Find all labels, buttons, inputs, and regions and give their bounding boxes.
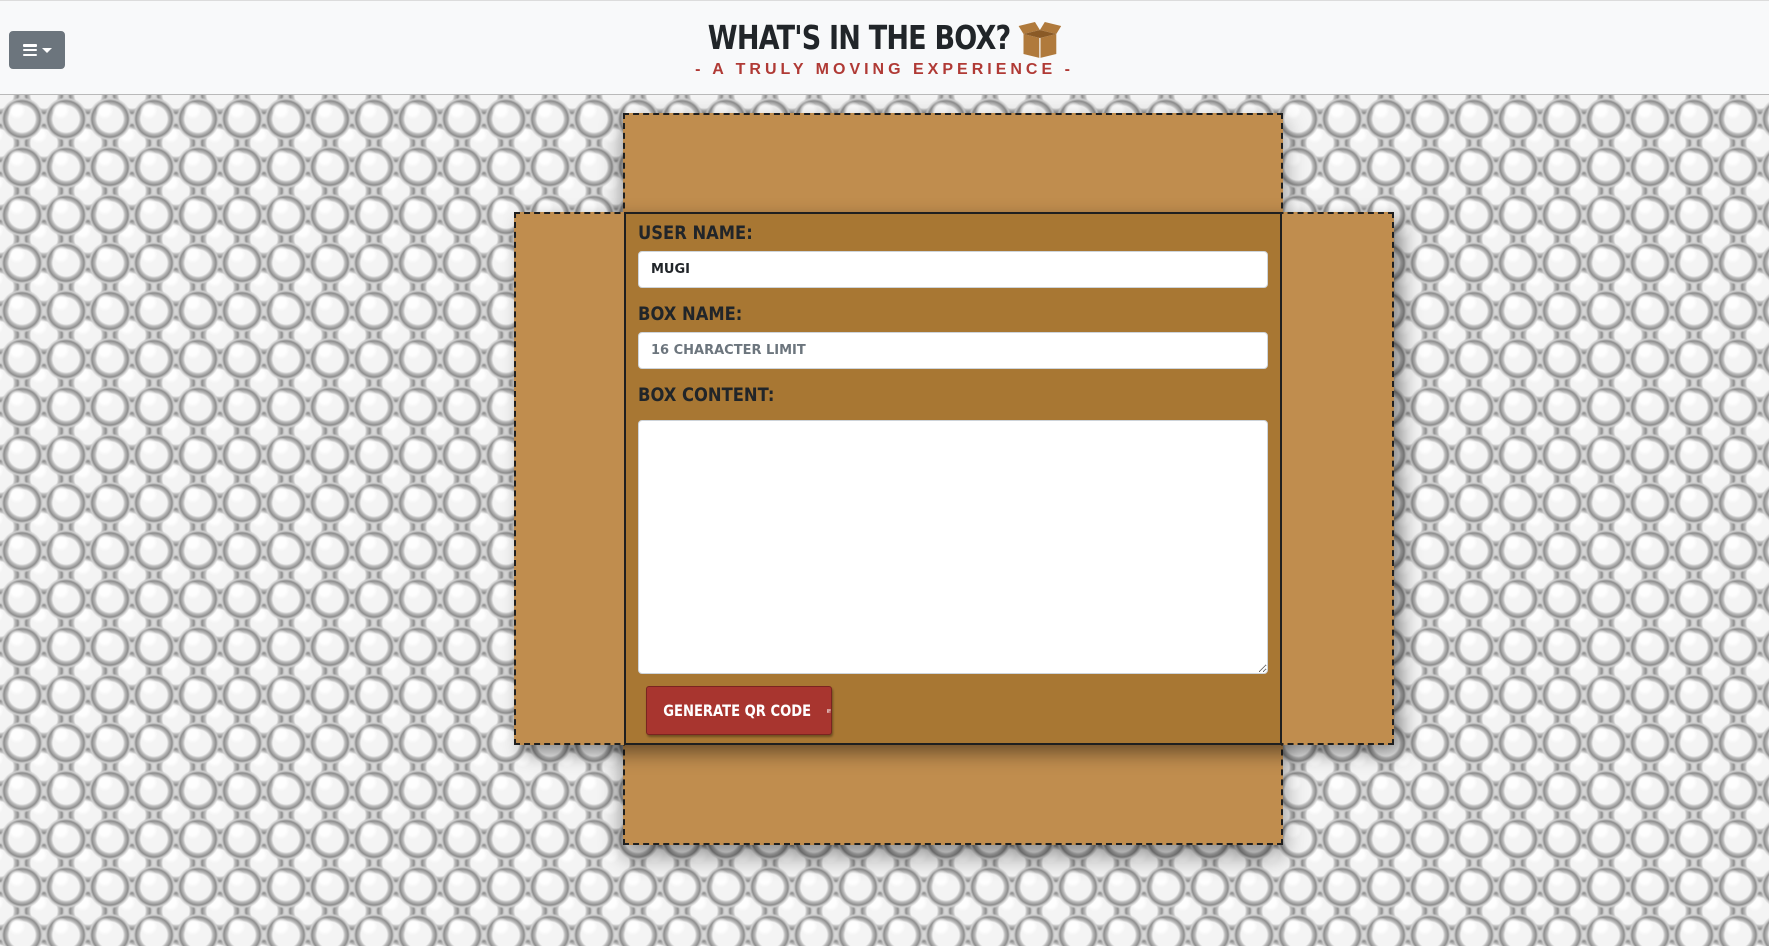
site-subtitle: - A Truly Moving Experience - [695,61,1074,78]
generate-qr-code-label: Generate QR Code [663,701,812,720]
box-content-textarea[interactable] [638,420,1268,674]
qrcode-icon [827,708,831,713]
site-title-text: What's in the Box? [707,18,1011,57]
box-content-label: Box Content: [638,384,775,406]
box-name-label: Box Name: [638,303,743,325]
open-box-icon [1018,22,1062,58]
top-navbar: What's in the Box? - A Truly Moving Expe… [0,0,1769,95]
site-title: What's in the Box? [707,15,1062,61]
brand: What's in the Box? - A Truly Moving Expe… [0,15,1769,79]
generate-qr-code-button[interactable]: Generate QR Code [646,686,832,735]
box-name-input[interactable] [638,332,1268,369]
box-form: User Name: Box Name: Box Content: Genera… [638,221,1268,735]
user-name-label: User Name: [638,222,753,244]
user-name-input[interactable] [638,251,1268,288]
